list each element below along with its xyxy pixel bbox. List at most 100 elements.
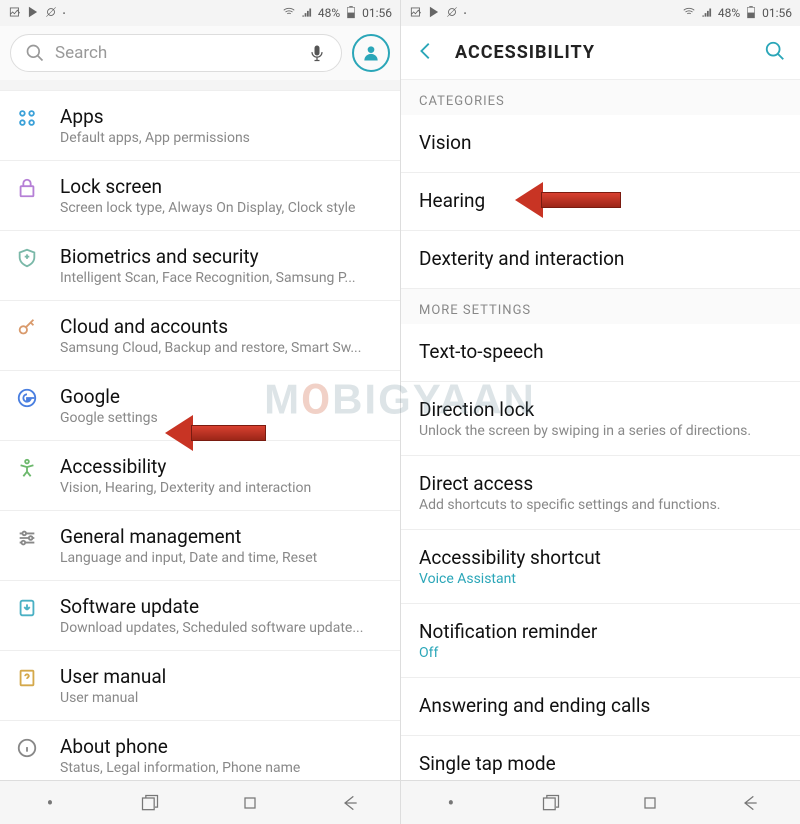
dot-icon [62, 4, 66, 23]
a11y-item-single-tap-mode[interactable]: Single tap mode [401, 736, 800, 780]
nav-recents[interactable] [527, 793, 575, 813]
item-subtitle: Language and input, Date and time, Reset [60, 550, 388, 566]
battery-icon [344, 5, 358, 22]
nav-recents[interactable] [126, 793, 174, 813]
circle-icon [445, 5, 459, 22]
lock-icon [12, 175, 42, 199]
item-subtitle: Unlock the screen by swiping in a series… [419, 423, 782, 439]
apps-icon [12, 105, 42, 129]
accessibility-screen: 48% 01:56 ACCESSIBILITY CATEGORIES Visio… [400, 0, 800, 824]
time-text: 01:56 [362, 6, 392, 20]
nav-menu[interactable]: • [427, 791, 475, 815]
nav-menu[interactable]: • [26, 791, 74, 815]
item-title: User manual [60, 665, 388, 688]
item-title: Direction lock [419, 398, 782, 421]
item-subtitle: Intelligent Scan, Face Recognition, Sams… [60, 270, 388, 286]
item-title: Lock screen [60, 175, 388, 198]
statusbar: 48% 01:56 [0, 0, 400, 26]
item-subtitle: Off [419, 645, 782, 661]
search-icon [25, 43, 45, 63]
settings-item-google[interactable]: GoogleGoogle settings [0, 371, 400, 441]
settings-item-apps[interactable]: AppsDefault apps, App permissions [0, 90, 400, 161]
a11y-item-direction-lock[interactable]: Direction lock Unlock the screen by swipi… [401, 382, 800, 456]
item-subtitle: Download updates, Scheduled software upd… [60, 620, 388, 636]
item-subtitle: User manual [60, 690, 388, 706]
mic-icon[interactable] [307, 43, 327, 63]
settings-item-about-phone[interactable]: About phoneStatus, Legal information, Ph… [0, 721, 400, 780]
settings-list[interactable]: AppsDefault apps, App permissionsLock sc… [0, 90, 400, 780]
settings-item-cloud-and-accounts[interactable]: Cloud and accountsSamsung Cloud, Backup … [0, 301, 400, 371]
item-subtitle: Voice Assistant [419, 571, 782, 587]
item-subtitle: Screen lock type, Always On Display, Clo… [60, 200, 388, 216]
profile-icon [361, 43, 381, 63]
item-title: Accessibility shortcut [419, 546, 782, 569]
update-icon [12, 595, 42, 619]
a11y-item-text-to-speech[interactable]: Text-to-speech [401, 324, 800, 382]
manual-icon [12, 665, 42, 689]
profile-button[interactable] [352, 34, 390, 72]
settings-item-lock-screen[interactable]: Lock screen Screen lock type, Always On D… [0, 161, 400, 231]
search-placeholder: Search [55, 43, 297, 63]
nav-home[interactable] [226, 793, 274, 813]
circle-icon [44, 5, 58, 22]
accessibility-list[interactable]: CATEGORIES Vision Hearing Dexterity and in… [401, 80, 800, 780]
search-input[interactable]: Search [10, 34, 342, 72]
settings-item-biometrics-and-security[interactable]: Biometrics and security Intelligent Scan,… [0, 231, 400, 301]
nav-back[interactable] [326, 793, 374, 813]
item-title: General management [60, 525, 388, 548]
item-title: Direct access [419, 472, 782, 495]
item-title: Software update [60, 595, 388, 618]
a11y-item-dexterity-and-interaction[interactable]: Dexterity and interaction [401, 231, 800, 289]
section-categories: CATEGORIES [401, 80, 800, 115]
settings-screen: 48% 01:56 Search AppsDefault apps, App p… [0, 0, 400, 824]
search-button[interactable] [764, 40, 786, 66]
item-title: Vision [419, 131, 782, 154]
item-title: Biometrics and security [60, 245, 388, 268]
time-text: 01:56 [762, 6, 792, 20]
item-title: Accessibility [60, 455, 388, 478]
item-title: Text-to-speech [419, 340, 782, 363]
a11y-item-hearing[interactable]: Hearing [401, 173, 800, 231]
a11y-item-accessibility-shortcut[interactable]: Accessibility shortcut Voice Assistant [401, 530, 800, 604]
signal-icon [700, 5, 714, 22]
settings-item-user-manual[interactable]: User manual User manual [0, 651, 400, 721]
statusbar: 48% 01:56 [401, 0, 800, 26]
item-subtitle: Samsung Cloud, Backup and restore, Smart… [60, 340, 388, 356]
page-title: ACCESSIBILITY [455, 42, 746, 63]
item-subtitle: Vision, Hearing, Dexterity and interacti… [60, 480, 388, 496]
back-button[interactable] [415, 40, 437, 66]
item-title: Answering and ending calls [419, 694, 782, 717]
item-title: Single tap mode [419, 752, 782, 775]
item-subtitle: Add shortcuts to specific settings and f… [419, 497, 782, 513]
google-icon [12, 385, 42, 409]
play-icon [26, 5, 40, 22]
battery-icon [744, 5, 758, 22]
section-more: MORE SETTINGS [401, 289, 800, 324]
a11y-item-notification-reminder[interactable]: Notification reminderOff [401, 604, 800, 678]
a11y-item-vision[interactable]: Vision [401, 115, 800, 173]
settings-item-general-management[interactable]: General management Language and input, Da… [0, 511, 400, 581]
shield-icon [12, 245, 42, 269]
item-subtitle: Google settings [60, 410, 388, 426]
a11y-icon [12, 455, 42, 479]
dot-icon [463, 4, 467, 23]
battery-text: 48% [718, 6, 740, 20]
search-row: Search [0, 26, 400, 80]
navbar: • [401, 780, 800, 824]
settings-item-accessibility[interactable]: Accessibility Vision, Hearing, Dexterity … [0, 441, 400, 511]
a11y-item-direct-access[interactable]: Direct access Add shortcuts to specific s… [401, 456, 800, 530]
info-icon [12, 735, 42, 759]
item-subtitle: Default apps, App permissions [60, 130, 388, 146]
item-title: Hearing [419, 189, 782, 212]
navbar: • [0, 780, 400, 824]
signal-icon [300, 5, 314, 22]
key-icon [12, 315, 42, 339]
item-title: Dexterity and interaction [419, 247, 782, 270]
image-icon [8, 5, 22, 22]
nav-home[interactable] [626, 793, 674, 813]
nav-back[interactable] [726, 793, 774, 813]
settings-item-software-update[interactable]: Software update Download updates, Schedul… [0, 581, 400, 651]
a11y-item-answering-and-ending-calls[interactable]: Answering and ending calls [401, 678, 800, 736]
item-subtitle: Status, Legal information, Phone name [60, 760, 388, 776]
play-icon [427, 5, 441, 22]
